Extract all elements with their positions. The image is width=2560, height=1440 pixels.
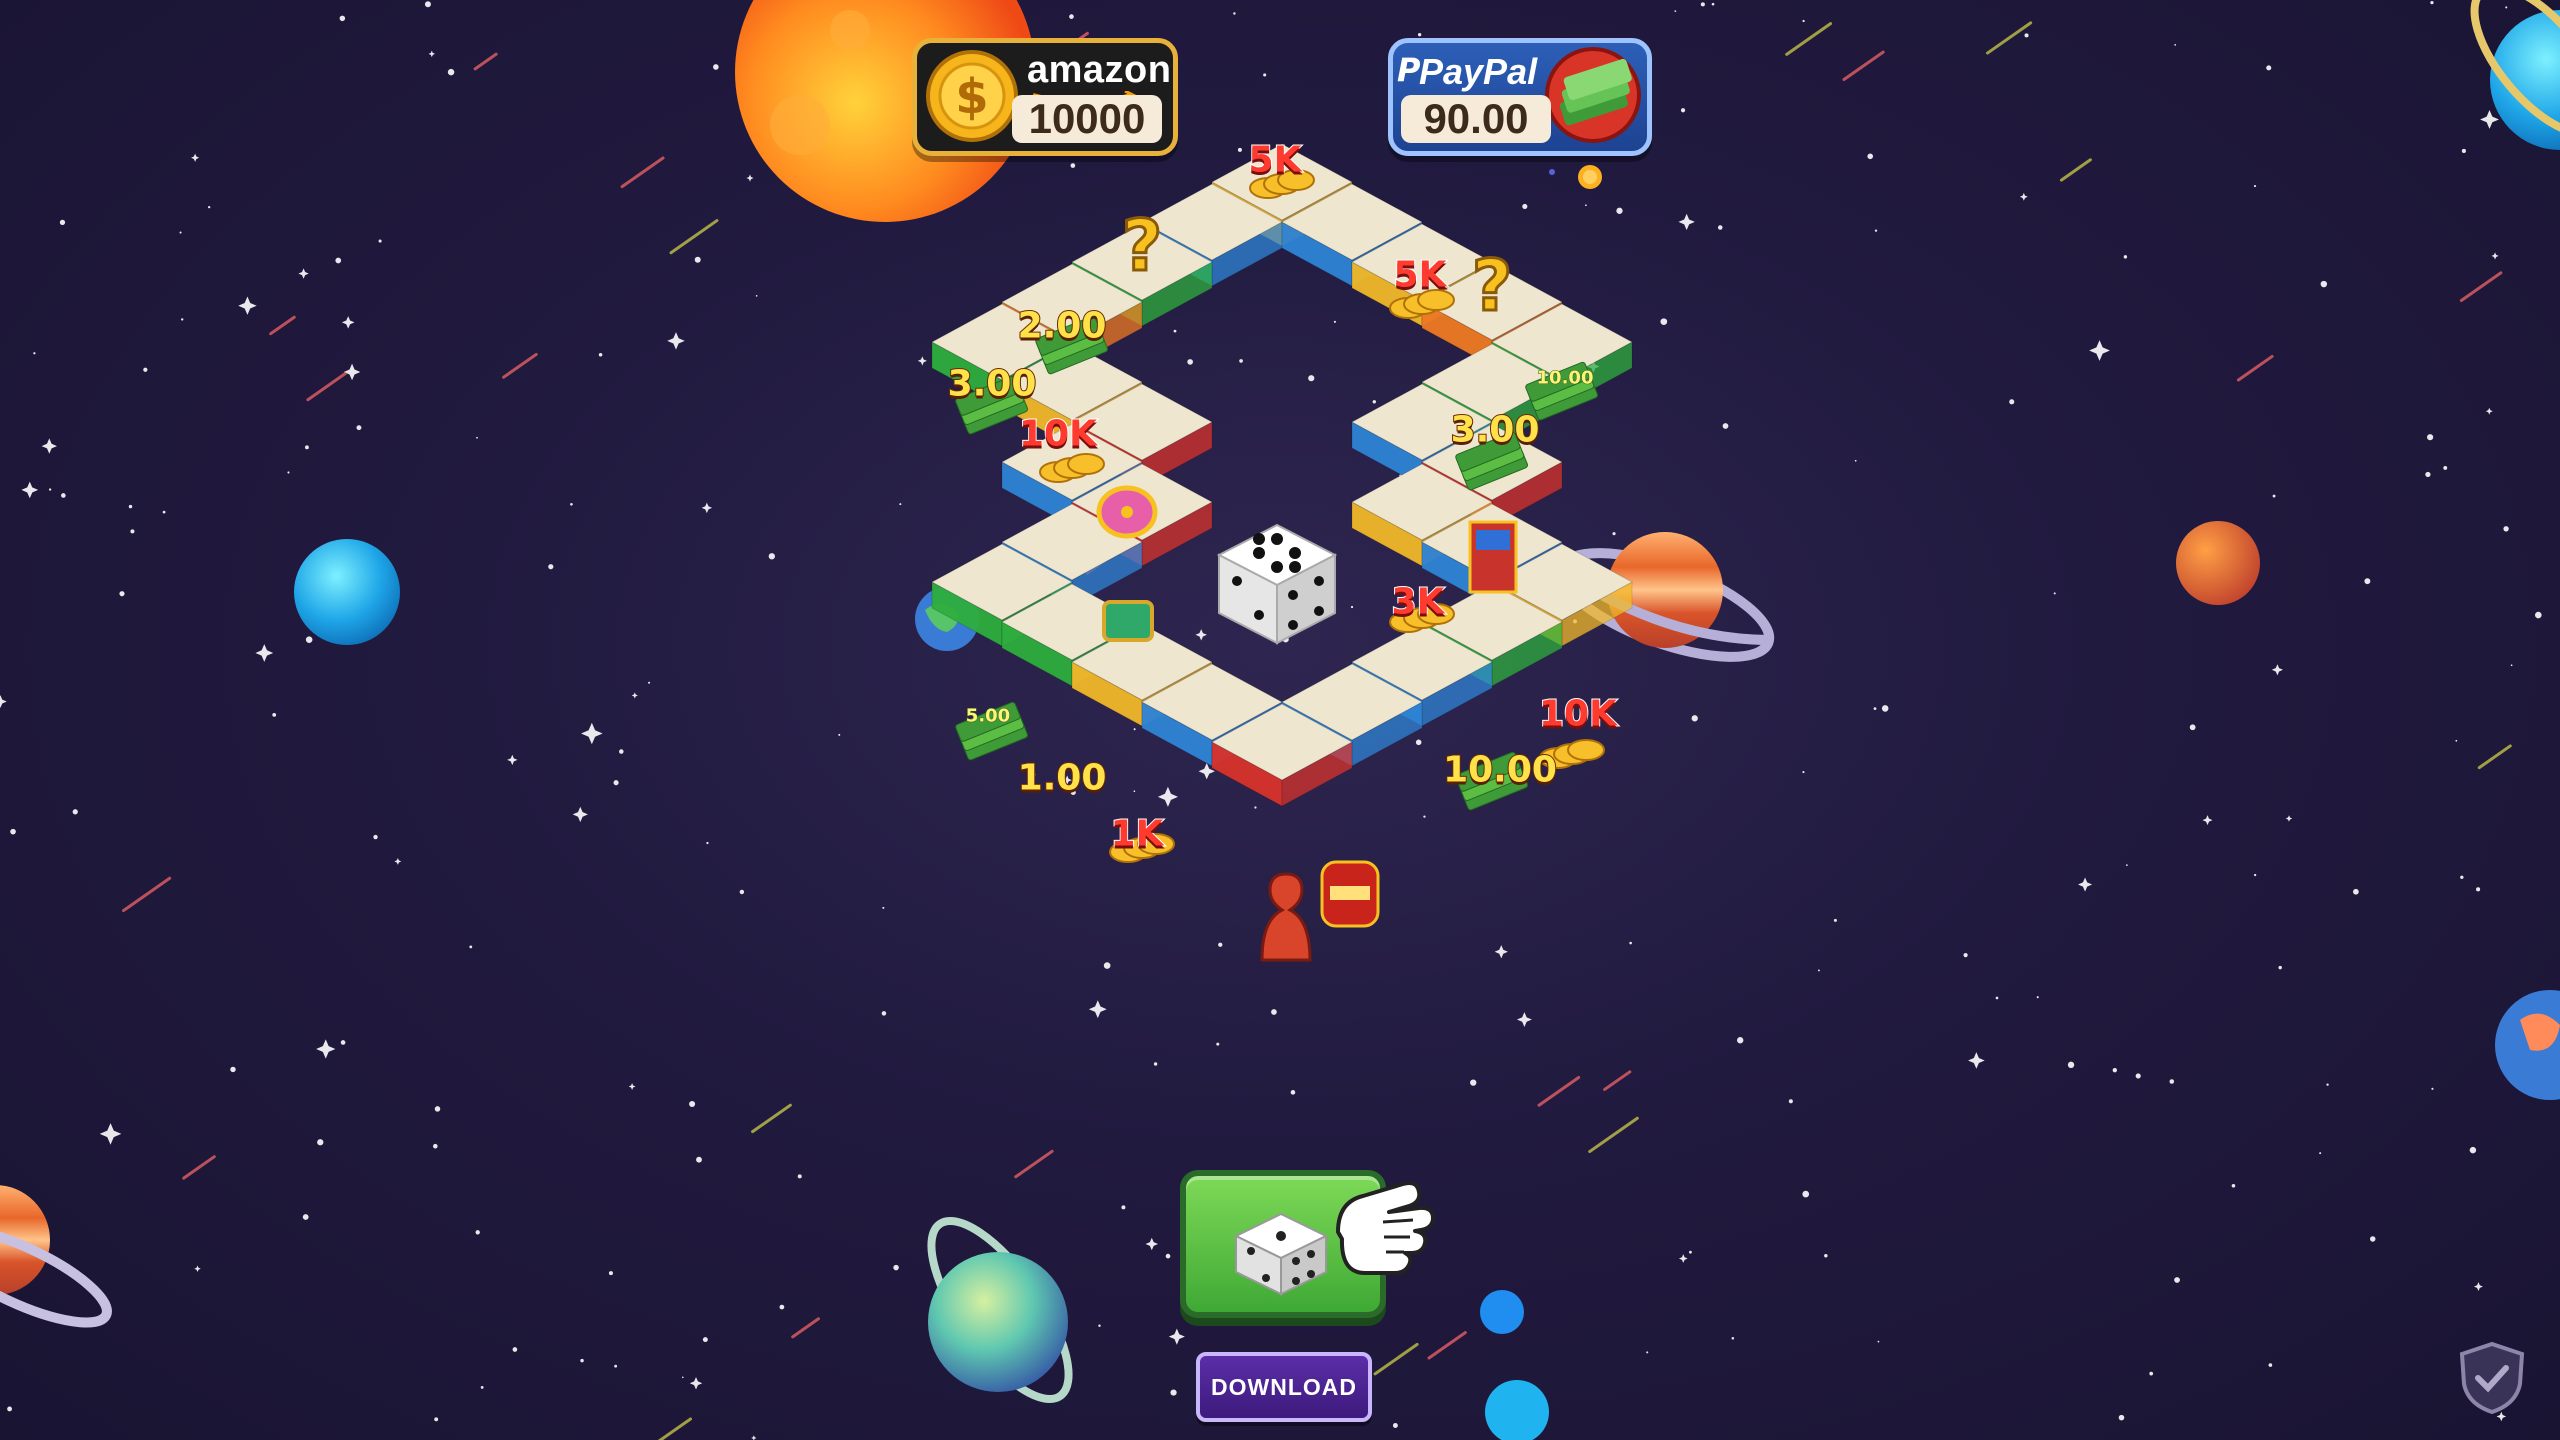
tile-label-bottom-left-1: 1.00 — [1017, 757, 1108, 800]
verified-shield-icon — [2459, 1341, 2525, 1415]
tile-label-mid-3k: 3K — [1391, 581, 1446, 624]
tile-label-left-2: 2.00 — [1017, 305, 1108, 348]
svg-text:$: $ — [955, 69, 988, 125]
question-mark-icon: ? — [1122, 205, 1163, 287]
coin-pile-icon — [1067, 453, 1105, 475]
paypal-brand: PayPal — [1419, 51, 1538, 92]
tile-label-right-10: 10.00 — [1536, 367, 1594, 389]
tile-label-bottom-1k: 1K — [1110, 813, 1165, 856]
cash-stack-icon — [1545, 47, 1641, 143]
tile-label-top-5k: 5K — [1248, 139, 1303, 182]
svg-text:P: P — [1397, 51, 1421, 89]
tile-label-right-5k: 5K — [1393, 254, 1448, 297]
tile-label-bottom-left-5: 5.00 — [965, 705, 1011, 727]
pointing-hand-icon — [1336, 1181, 1435, 1275]
tile-label-bottom-right-10: 10.00 — [1442, 749, 1558, 792]
tile-label-bottom-right-10k: 10K — [1538, 693, 1618, 736]
amazon-balance: $ amazon 10000 — [912, 38, 1178, 156]
amazon-balance-value: 10000 — [1012, 95, 1162, 143]
paypal-balance-value: 90.00 — [1401, 95, 1551, 143]
tile-label-right-3: 3.00 — [1450, 409, 1541, 452]
paypal-balance: P PayPal 90.00 — [1388, 38, 1652, 156]
tile-label-left-3: 3.00 — [947, 363, 1038, 406]
tile-label-left-10k: 10K — [1018, 413, 1098, 456]
pawn-icon — [1260, 872, 1312, 962]
dollar-coin-icon: $ — [926, 50, 1018, 142]
coin-pile-icon — [1567, 739, 1605, 761]
treasure-chest-icon — [1102, 600, 1154, 642]
paypal-logo-icon: P — [1397, 51, 1421, 89]
amazon-brand: amazon — [1027, 49, 1172, 91]
download-button[interactable]: DOWNLOAD — [1196, 1352, 1372, 1422]
question-mark-icon: ? — [1472, 245, 1513, 327]
